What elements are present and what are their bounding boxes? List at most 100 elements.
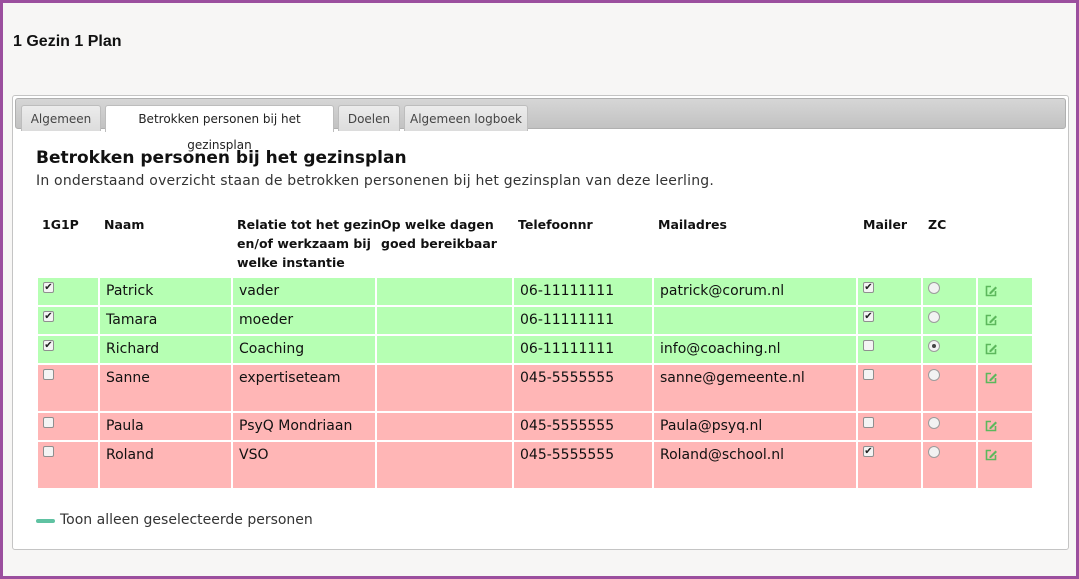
mailer-checkbox[interactable] (863, 340, 874, 351)
mailer-checkbox[interactable]: ✔ (863, 446, 874, 457)
table-row: ✔ Patrick vader 06-11111111 patrick@corum.nl… (38, 278, 1032, 305)
cell-mailer: ✔ (858, 442, 921, 488)
cell-zc (923, 336, 976, 363)
cell-zc (923, 365, 976, 411)
header-relatie-line2: en/of werkzaam bij (237, 236, 371, 251)
g1p-checkbox[interactable] (43, 417, 54, 428)
cell-mail (654, 307, 856, 334)
header-relatie-line3: welke instantie (237, 255, 345, 270)
header-mailadres: Mailadres (658, 217, 727, 232)
g1p-checkbox[interactable]: ✔ (43, 311, 54, 322)
cell-g1p: ✔ (38, 307, 98, 334)
cell-mail-text: sanne@gemeente.nl (660, 370, 805, 386)
cell-mail-text: Roland@school.nl (660, 447, 784, 463)
cell-relatie: VSO (233, 442, 375, 488)
cell-mailer (858, 413, 921, 440)
cell-telefoon: 06-11111111 (514, 336, 652, 363)
cell-mail: info@coaching.nl (654, 336, 856, 363)
cell-relatie: PsyQ Mondriaan (233, 413, 375, 440)
g1p-checkbox[interactable]: ✔ (43, 340, 54, 351)
zc-radio[interactable] (928, 417, 940, 429)
cell-telefoon: 045-5555555 (514, 365, 652, 411)
cell-dagen (377, 442, 512, 488)
cell-relatie-text: Coaching (239, 341, 305, 357)
cell-telefoon-text: 06-11111111 (520, 283, 615, 299)
cell-relatie-text: PsyQ Mondriaan (239, 418, 353, 434)
tab-algemeen[interactable]: Algemeen (21, 105, 101, 131)
cell-naam-text: Roland (106, 447, 154, 463)
cell-naam-text: Paula (106, 418, 144, 434)
cell-telefoon: 045-5555555 (514, 413, 652, 440)
section-title: Betrokken personen bij het gezinsplan (36, 148, 407, 168)
zc-radio[interactable] (928, 311, 940, 323)
cell-zc (923, 307, 976, 334)
tab-bar: Algemeen Betrokken personen bij het gezi… (15, 98, 1066, 152)
cell-naam: Paula (100, 413, 231, 440)
cell-mailer (858, 365, 921, 411)
edit-icon[interactable] (984, 342, 998, 356)
tab-algemeen-logboek[interactable]: Algemeen logboek (404, 105, 528, 131)
zc-radio[interactable] (928, 446, 940, 458)
cell-naam-text: Richard (106, 341, 160, 357)
mailer-checkbox[interactable] (863, 417, 874, 428)
cell-telefoon-text: 06-11111111 (520, 312, 615, 328)
cell-dagen (377, 278, 512, 305)
header-relatie-line1: Relatie tot het gezin (237, 217, 382, 232)
g1p-checkbox[interactable] (43, 369, 54, 380)
cell-zc (923, 413, 976, 440)
header-relatie: Relatie tot het gezin en/of werkzaam bij… (237, 215, 381, 272)
cell-dagen (377, 336, 512, 363)
cell-dagen (377, 307, 512, 334)
g1p-checkbox[interactable] (43, 446, 54, 457)
cell-relatie-text: moeder (239, 312, 294, 328)
cell-g1p: ✔ (38, 336, 98, 363)
cell-mail-text: Paula@psyq.nl (660, 418, 763, 434)
cell-g1p: ✔ (38, 278, 98, 305)
zc-radio[interactable] (928, 369, 940, 381)
cell-zc (923, 442, 976, 488)
mailer-checkbox[interactable] (863, 369, 874, 380)
cell-mail: sanne@gemeente.nl (654, 365, 856, 411)
header-telefoon: Telefoonnr (518, 217, 593, 232)
zc-radio[interactable] (928, 282, 940, 294)
table-row: Roland VSO 045-5555555 Roland@school.nl ✔ (38, 442, 1032, 488)
cell-mail: Paula@psyq.nl (654, 413, 856, 440)
cell-edit (978, 278, 1032, 305)
cell-edit (978, 365, 1032, 411)
edit-icon[interactable] (984, 313, 998, 327)
table-row: Paula PsyQ Mondriaan 045-5555555 Paula@psyq… (38, 413, 1032, 440)
edit-icon[interactable] (984, 448, 998, 462)
mailer-checkbox[interactable]: ✔ (863, 311, 874, 322)
tab-betrokken-personen[interactable]: Betrokken personen bij het gezinsplan (105, 105, 334, 152)
cell-g1p (38, 365, 98, 411)
cell-relatie: vader (233, 278, 375, 305)
cell-naam: Roland (100, 442, 231, 488)
legend-swatch (36, 519, 55, 523)
edit-icon[interactable] (984, 284, 998, 298)
cell-mail: Roland@school.nl (654, 442, 856, 488)
tab-doelen[interactable]: Doelen (338, 105, 400, 131)
header-mailer: Mailer (863, 217, 908, 232)
cell-g1p (38, 413, 98, 440)
cell-g1p (38, 442, 98, 488)
section-subtitle: In onderstaand overzicht staan de betrok… (36, 173, 715, 189)
edit-icon[interactable] (984, 419, 998, 433)
edit-icon[interactable] (984, 371, 998, 385)
cell-mailer (858, 336, 921, 363)
cell-relatie: moeder (233, 307, 375, 334)
zc-radio[interactable] (928, 340, 940, 352)
app-title: 1 Gezin 1 Plan (13, 33, 122, 50)
cell-dagen (377, 365, 512, 411)
cell-edit (978, 442, 1032, 488)
cell-dagen (377, 413, 512, 440)
cell-edit (978, 413, 1032, 440)
cell-telefoon: 06-11111111 (514, 278, 652, 305)
g1p-checkbox[interactable]: ✔ (43, 282, 54, 293)
legend-label: Toon alleen geselecteerde personen (60, 512, 313, 528)
cell-naam: Tamara (100, 307, 231, 334)
mailer-checkbox[interactable]: ✔ (863, 282, 874, 293)
header-dagen: Op welke dagen goed bereikbaar (381, 215, 497, 253)
table-row: ✔ Tamara moeder 06-11111111 ✔ (38, 307, 1032, 334)
cell-naam: Richard (100, 336, 231, 363)
cell-naam-text: Sanne (106, 370, 150, 386)
